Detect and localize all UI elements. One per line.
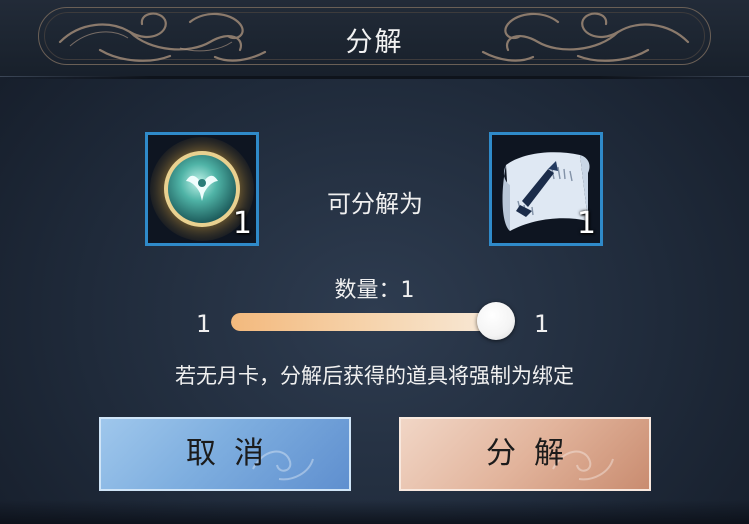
source-item-slot[interactable]: 1 bbox=[145, 132, 259, 246]
result-item-slot[interactable]: 1 bbox=[489, 132, 603, 246]
decompose-into-label: 可分解为 bbox=[327, 190, 423, 218]
slider-thumb[interactable] bbox=[477, 302, 515, 340]
cancel-button-label: 取消 bbox=[186, 436, 282, 471]
quantity-value: 1 bbox=[400, 278, 415, 303]
slider-min-label: 1 bbox=[196, 310, 212, 338]
cancel-button[interactable]: 取消 bbox=[99, 417, 351, 491]
dialog-title: 分解 bbox=[345, 27, 404, 58]
source-item-count: 1 bbox=[232, 206, 252, 241]
binding-notice: 若无月卡，分解后获得的道具将强制为绑定 bbox=[175, 364, 574, 388]
slider-max-label: 1 bbox=[534, 310, 550, 338]
decompose-button-label: 分解 bbox=[486, 436, 582, 471]
dialog-header: 分解 bbox=[0, 0, 749, 77]
quantity-label: 数量： bbox=[334, 278, 401, 303]
slider-fill bbox=[231, 313, 509, 331]
decompose-dialog: 分解 1 可分解为 1 数量：1 1 1 若无月卡，分解后获得的道具将强制为绑定… bbox=[0, 0, 749, 524]
result-item-count: 1 bbox=[576, 206, 596, 241]
decompose-button[interactable]: 分解 bbox=[399, 417, 651, 491]
quantity-readout: 数量：1 bbox=[0, 272, 749, 304]
header-divider bbox=[0, 76, 749, 79]
bottom-shade bbox=[0, 500, 749, 524]
quantity-slider[interactable] bbox=[231, 313, 509, 331]
